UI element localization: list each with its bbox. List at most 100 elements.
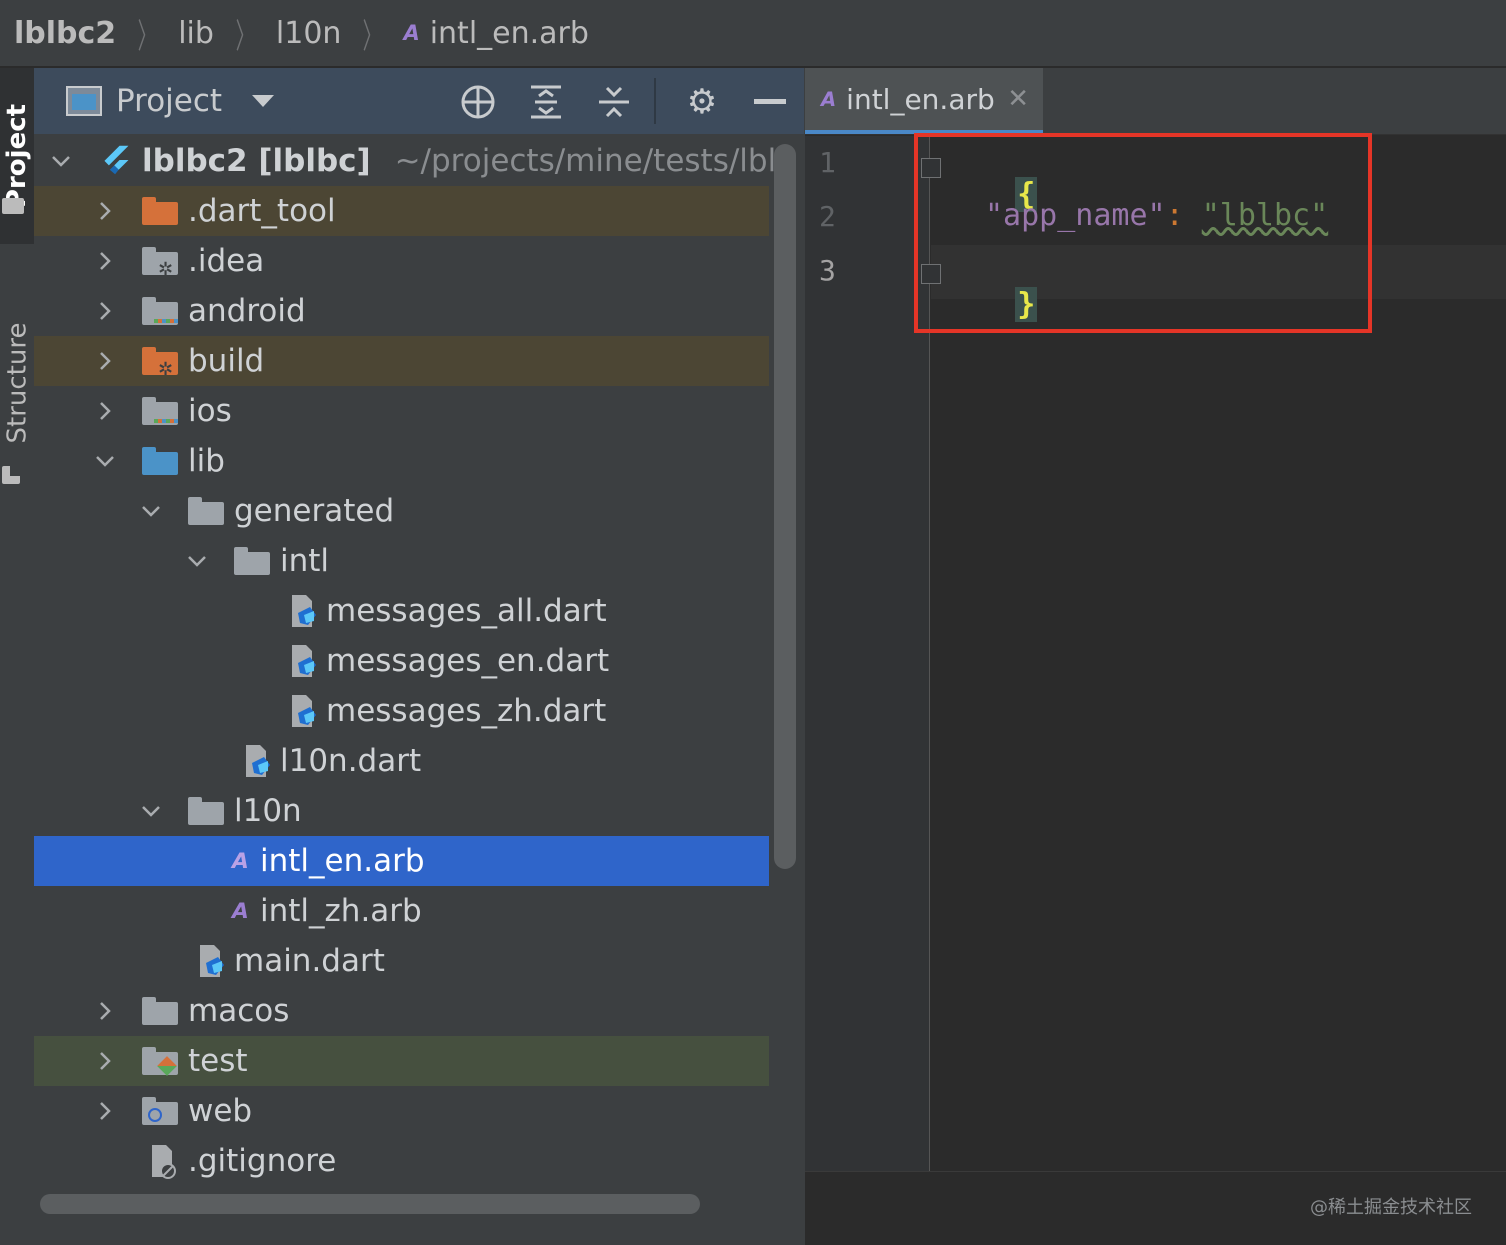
tree-row-ios[interactable]: ios — [34, 386, 769, 436]
folder-source-icon — [142, 447, 178, 475]
chevron-down-icon[interactable] — [138, 798, 164, 824]
close-icon[interactable]: ✕ — [1007, 84, 1029, 114]
chevron-down-icon[interactable] — [184, 548, 210, 574]
folder-config-icon: ✲ — [142, 247, 178, 280]
folder-icon — [188, 497, 224, 525]
tree-row-generated[interactable]: generated — [34, 486, 769, 536]
highlight-box — [914, 133, 1372, 333]
tree-label: messages_all.dart — [326, 593, 607, 629]
folder-icon — [234, 547, 270, 575]
tree-row-l10n[interactable]: l10n — [34, 786, 769, 836]
tool-tab-project[interactable]: Project — [0, 68, 34, 244]
tree-row-messages-en[interactable]: messages_en.dart — [34, 636, 769, 686]
chevron-down-icon[interactable] — [92, 448, 118, 474]
tree-row-project-root[interactable]: lblbc2 [lblbc] ~/projects/mine/tests/lbl — [34, 136, 776, 186]
tree-label: build — [188, 343, 265, 379]
dart-file-icon — [292, 695, 316, 727]
arb-file-icon: A — [232, 848, 249, 874]
tree-label: messages_en.dart — [326, 643, 610, 679]
chevron-right-icon[interactable] — [92, 248, 118, 274]
folder-test-icon — [142, 1047, 178, 1076]
tree-row-intl-zh-arb[interactable]: A intl_zh.arb — [34, 886, 769, 936]
chevron-right-icon[interactable] — [92, 998, 118, 1024]
dropdown-arrow-icon[interactable] — [250, 93, 276, 109]
chevron-right-icon[interactable] — [92, 198, 118, 224]
tree-label: .gitignore — [188, 1143, 337, 1179]
tree-label: macos — [188, 993, 290, 1029]
tree-label: intl — [280, 543, 330, 579]
tree-row-android[interactable]: android — [34, 286, 769, 336]
tree-row-dart-tool[interactable]: .dart_tool — [34, 186, 769, 236]
tree-row-intl[interactable]: intl — [34, 536, 769, 586]
chevron-right-icon[interactable] — [92, 398, 118, 424]
tool-window-strip: Project Structure — [0, 68, 35, 1244]
line-number: 1 — [819, 146, 836, 179]
arb-file-icon: A — [403, 21, 420, 45]
tree-row-lib[interactable]: lib — [34, 436, 769, 486]
vertical-scrollbar[interactable] — [774, 144, 796, 869]
flutter-icon — [104, 145, 129, 175]
editor-tab-intl-en-arb[interactable]: A intl_en.arb ✕ — [805, 68, 1043, 134]
chevron-right-icon: 〉 — [363, 16, 382, 57]
project-panel-header: Project ⚙ — [34, 68, 804, 134]
chevron-right-icon[interactable] — [92, 1098, 118, 1124]
toolbar-divider — [654, 78, 656, 124]
chevron-right-icon: 〉 — [235, 16, 255, 57]
breadcrumb-item-file[interactable]: A intl_en.arb — [403, 16, 588, 51]
collapse-all-icon[interactable] — [594, 82, 634, 122]
watermark: @稀土掘金技术社区 — [1310, 1197, 1472, 1218]
tree-row-gitignore[interactable]: .gitignore — [34, 1136, 769, 1186]
project-view-selector[interactable]: Project — [116, 83, 222, 119]
breadcrumb-root[interactable]: lblbc2 — [14, 16, 116, 51]
horizontal-scrollbar[interactable] — [40, 1194, 700, 1214]
dart-file-icon — [246, 745, 270, 777]
chevron-down-icon[interactable] — [138, 498, 164, 524]
folder-excluded-icon — [142, 197, 178, 225]
breadcrumb-item-lib[interactable]: lib — [178, 16, 214, 51]
expand-all-icon[interactable] — [526, 82, 566, 122]
editor-tab-label: intl_en.arb — [846, 82, 995, 116]
line-number: 3 — [819, 254, 836, 287]
tree-label: lib — [188, 443, 225, 479]
project-tree: lblbc2 [lblbc] ~/projects/mine/tests/lbl… — [34, 136, 776, 1186]
tree-row-macos[interactable]: macos — [34, 986, 769, 1036]
gear-icon[interactable]: ⚙ — [682, 82, 722, 122]
tree-row-web[interactable]: web — [34, 1086, 769, 1136]
editor-footer: @稀土掘金技术社区 — [805, 1171, 1506, 1245]
line-number: 2 — [819, 200, 836, 233]
tool-tab-structure-label: Structure — [2, 322, 33, 444]
tree-row-messages-all[interactable]: messages_all.dart — [34, 586, 769, 636]
tree-label: ios — [188, 393, 232, 429]
project-panel: Project ⚙ lblbc2 [lblbc] ~/projects/mine… — [34, 68, 804, 1244]
tree-row-messages-zh[interactable]: messages_zh.dart — [34, 686, 769, 736]
tree-row-build[interactable]: ✲ build — [34, 336, 769, 386]
tree-row-main-dart[interactable]: main.dart — [34, 936, 769, 986]
breadcrumb-file-label: intl_en.arb — [429, 15, 589, 51]
tool-tab-structure[interactable]: Structure — [0, 258, 34, 508]
tree-label: lblbc2 [lblbc] ~/projects/mine/tests/lbl — [142, 143, 777, 179]
tree-label: main.dart — [234, 943, 385, 979]
tree-row-intl-en-arb[interactable]: A intl_en.arb — [34, 836, 769, 886]
chevron-right-icon[interactable] — [92, 298, 118, 324]
tree-label: l10n.dart — [280, 743, 422, 779]
locate-icon[interactable] — [458, 82, 498, 122]
chevron-right-icon: 〉 — [137, 16, 157, 57]
folder-icon — [2, 198, 24, 214]
tree-row-test[interactable]: test — [34, 1036, 769, 1086]
folder-build-icon: ✲ — [142, 347, 178, 380]
chevron-down-icon[interactable] — [48, 148, 74, 174]
folder-web-icon — [142, 1097, 178, 1125]
tree-row-l10n-dart[interactable]: l10n.dart — [34, 736, 769, 786]
tree-label: test — [188, 1043, 248, 1079]
breadcrumb-item-l10n[interactable]: l10n — [276, 16, 342, 51]
editor-gutter — [805, 136, 930, 1171]
dart-file-icon — [292, 595, 316, 627]
chevron-right-icon[interactable] — [92, 348, 118, 374]
tree-label: .dart_tool — [188, 193, 336, 229]
tree-label: l10n — [234, 793, 302, 829]
minimize-icon[interactable] — [750, 82, 790, 122]
tree-label: .idea — [188, 243, 265, 279]
tree-row-idea[interactable]: ✲ .idea — [34, 236, 769, 286]
tree-label: web — [188, 1093, 253, 1129]
chevron-right-icon[interactable] — [92, 1048, 118, 1074]
